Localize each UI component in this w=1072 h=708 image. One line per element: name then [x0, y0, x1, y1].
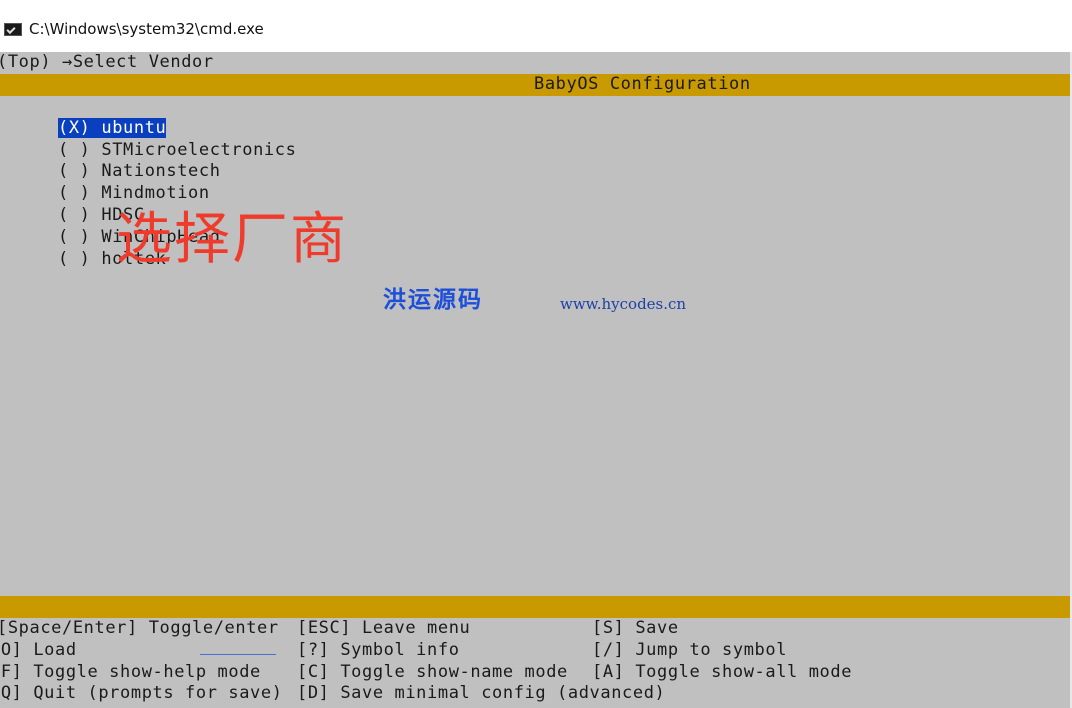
vendor-option[interactable]: (X) ubuntu: [0, 96, 296, 138]
breadcrumb: (Top) →Select Vendor: [0, 52, 214, 72]
cmd-app-icon: [4, 23, 22, 36]
watermark-text: 洪运源码: [383, 287, 483, 313]
help-key-load: [O] Load: [0, 639, 77, 660]
banner-title: BabyOS Configuration: [534, 74, 751, 94]
window-titlebar: C:\Windows\system32\cmd.exe: [0, 0, 1072, 52]
vendor-option[interactable]: ( ) Nationstech: [0, 140, 296, 181]
vendor-option[interactable]: ( ) STMicroelectronics: [0, 118, 296, 160]
help-row: [Space/Enter] Toggle/enter [ESC] Leave m…: [0, 618, 1070, 640]
help-row: [O] Load [?] Symbol info [/] Jump to sym…: [0, 640, 1070, 662]
help-key-save: [S] Save: [592, 618, 679, 638]
radio-mark: ( ): [58, 248, 91, 269]
help-key-jump-to-symbol: [/] Jump to symbol: [592, 639, 788, 660]
vendor-option[interactable]: ( ) HDSC: [0, 183, 296, 225]
help-key-show-all: [A] Toggle show-all mode: [592, 661, 853, 682]
help-key-leave-menu: [ESC] Leave menu: [297, 618, 471, 638]
vendor-option[interactable]: ( ) Mindmotion: [0, 161, 296, 203]
caption-overlay: 选择厂商: [116, 207, 348, 272]
help-key-toggle-enter: [Space/Enter] Toggle/enter: [0, 618, 279, 638]
help-key-save-minimal: [D] Save minimal config (advanced): [297, 683, 666, 704]
help-key-show-name: [C] Toggle show-name mode: [297, 661, 568, 682]
window-title: C:\Windows\system32\cmd.exe: [29, 20, 264, 38]
help-key-symbol-info: [?] Symbol info: [297, 639, 460, 660]
terminal-console[interactable]: (Top) →Select Vendor BabyOS Configuratio…: [0, 52, 1070, 708]
header-banner: BabyOS Configuration: [0, 74, 1070, 96]
help-row: [F] Toggle show-help mode [C] Toggle sho…: [0, 662, 1070, 684]
help-key-quit: [Q] Quit (prompts for save): [0, 683, 283, 704]
help-keys: [Space/Enter] Toggle/enter [ESC] Leave m…: [0, 618, 1070, 705]
help-key-show-help: [F] Toggle show-help mode: [0, 661, 261, 682]
watermark-url: www.hycodes.cn: [560, 295, 687, 313]
help-row: [Q] Quit (prompts for save) [D] Save min…: [0, 683, 1070, 705]
footer-banner: [0, 596, 1070, 618]
cursor-underline: [200, 654, 276, 655]
